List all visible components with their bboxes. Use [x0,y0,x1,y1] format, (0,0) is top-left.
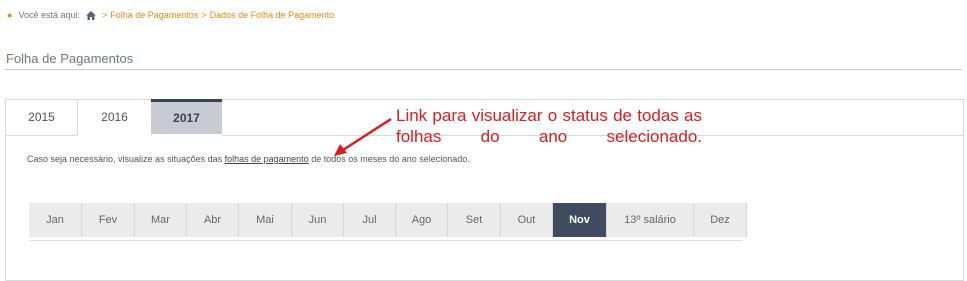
info-text-before: Caso seja necessário, visualize as situa… [27,154,225,164]
month-tab-jul[interactable]: Jul [344,203,396,237]
bullet-icon: ● [7,10,13,20]
month-tab-13-salario[interactable]: 13º salário [607,203,694,237]
home-icon[interactable] [85,10,96,20]
month-tab-abr[interactable]: Abr [187,203,239,237]
months-divider [29,240,742,241]
month-tab-jan[interactable]: Jan [29,203,82,237]
annotation-callout: Link para visualizar o status de todas a… [396,106,702,146]
tab-year-2015[interactable]: 2015 [6,100,77,136]
tab-year-2016[interactable]: 2016 [77,100,152,135]
tab-year-2017[interactable]: 2017 [151,99,222,134]
breadcrumb-link-folha[interactable]: Folha de Pagamentos [110,10,198,20]
month-tab-dez[interactable]: Dez [694,203,747,237]
breadcrumb-prefix: Você está aqui: [18,10,80,20]
page-title: Folha de Pagamentos [6,51,134,66]
month-tab-fev[interactable]: Fev [82,203,135,237]
month-tab-jun[interactable]: Jun [292,203,344,237]
payroll-panel: 2015 2016 2017 Caso seja necessário, vis… [5,99,964,281]
info-text: Caso seja necessário, visualize as situa… [27,154,470,164]
arrow-icon [334,117,392,156]
breadcrumb-current[interactable]: Dados de Folha de Pagamento [210,10,335,20]
month-tab-set[interactable]: Set [448,203,501,237]
breadcrumb-separator: > [201,10,207,20]
month-tab-ago[interactable]: Ago [396,203,448,237]
breadcrumb-separator: > [101,10,108,20]
title-divider [5,69,962,70]
month-tab-mai[interactable]: Mai [239,203,292,237]
month-tabs: Jan Fev Mar Abr Mai Jun Jul Ago Set Out … [29,203,747,237]
month-tab-out[interactable]: Out [501,203,553,237]
breadcrumb: ● Você está aqui: > Folha de Pagamentos … [7,10,334,20]
payroll-status-link[interactable]: folhas de pagamento [225,154,309,164]
month-tab-mar[interactable]: Mar [135,203,187,237]
month-tab-nov[interactable]: Nov [553,203,607,237]
